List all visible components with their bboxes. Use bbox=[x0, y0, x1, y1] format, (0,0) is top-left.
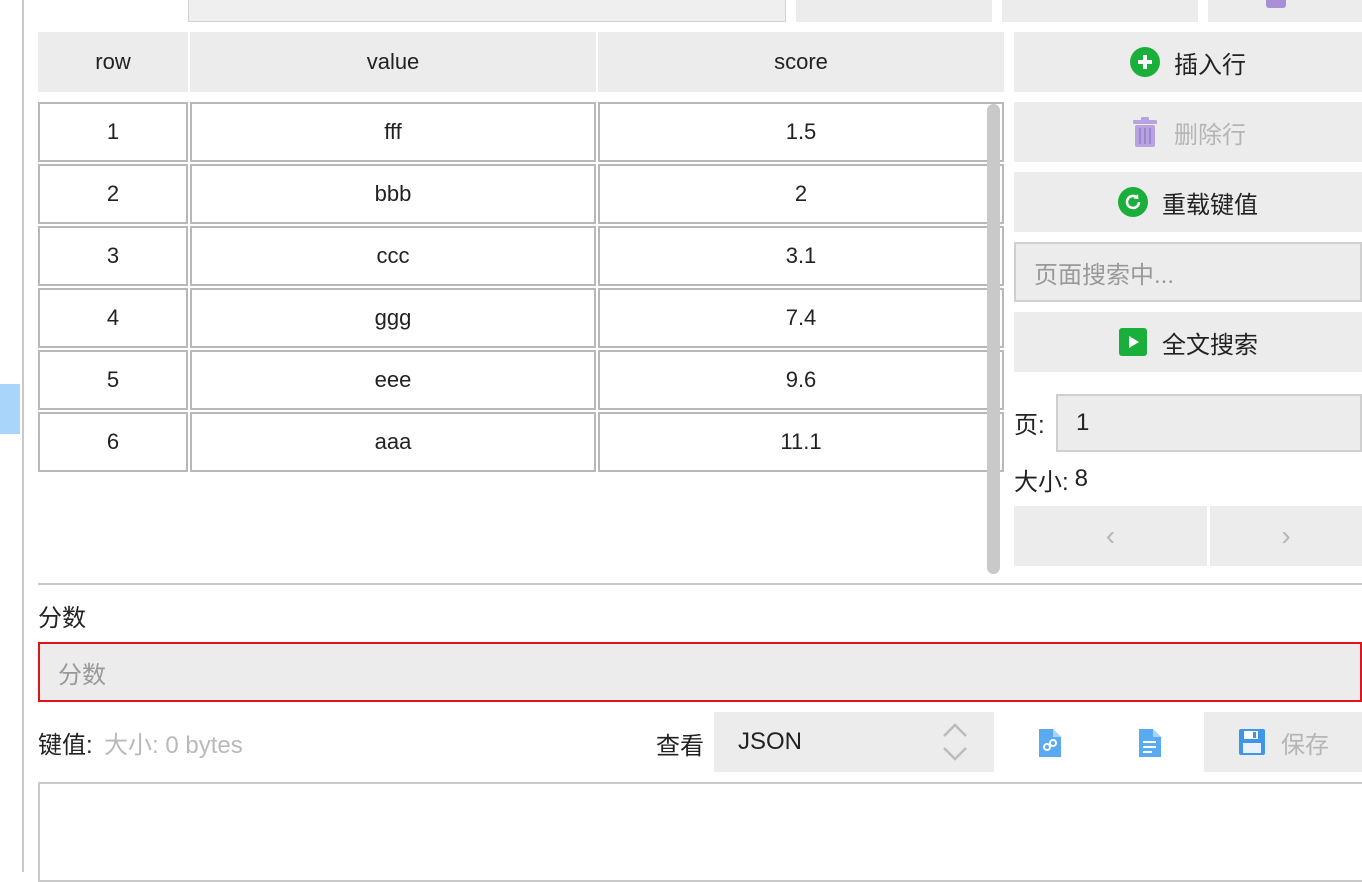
plus-circle-icon bbox=[1130, 47, 1160, 77]
trash-icon bbox=[1130, 117, 1160, 147]
left-pane-selected-marker bbox=[0, 384, 20, 434]
delete-key-button[interactable] bbox=[1208, 0, 1362, 22]
delete-row-label: 删除行 bbox=[1174, 121, 1246, 149]
table-cell-value[interactable]: eee bbox=[190, 350, 596, 410]
table-cell-row[interactable]: 5 bbox=[38, 350, 188, 410]
size-label: 大小: bbox=[1014, 468, 1069, 496]
full-text-search-label: 全文搜索 bbox=[1162, 331, 1258, 359]
refresh-icon bbox=[1118, 187, 1148, 217]
toolbar-button-1[interactable] bbox=[796, 0, 992, 22]
table-cell-row[interactable]: 6 bbox=[38, 412, 188, 472]
save-button[interactable]: 保存 bbox=[1204, 712, 1362, 772]
table-cell-value[interactable]: aaa bbox=[190, 412, 596, 472]
page-number-input[interactable]: 1 bbox=[1056, 394, 1362, 452]
value-size-info: 大小: 0 bytes bbox=[104, 731, 243, 759]
table-bottom-divider bbox=[38, 583, 1362, 585]
insert-row-label: 插入行 bbox=[1174, 51, 1246, 79]
view-format-select[interactable]: JSON bbox=[714, 712, 994, 772]
table-cell-score[interactable]: 1.5 bbox=[598, 102, 1004, 162]
delete-row-button[interactable]: 删除行 bbox=[1014, 102, 1362, 162]
reload-value-button[interactable]: 重载键值 bbox=[1014, 172, 1362, 232]
copy-link-icon[interactable] bbox=[1036, 727, 1064, 759]
table-cell-score[interactable]: 7.4 bbox=[598, 288, 1004, 348]
insert-row-button[interactable]: 插入行 bbox=[1014, 32, 1362, 92]
table-cell-value[interactable]: ccc bbox=[190, 226, 596, 286]
size-info: 大小: 8 bbox=[1014, 462, 1088, 496]
table-cell-score[interactable]: 11.1 bbox=[598, 412, 1004, 472]
save-label: 保存 bbox=[1281, 731, 1329, 759]
prev-page-button[interactable]: ‹ bbox=[1014, 506, 1207, 566]
table-scrollbar[interactable] bbox=[987, 104, 1000, 574]
score-input[interactable]: 分数 bbox=[38, 642, 1362, 702]
page-search-input[interactable]: 页面搜索中... bbox=[1014, 242, 1362, 302]
table-cell-value[interactable]: ggg bbox=[190, 288, 596, 348]
table-cell-row[interactable]: 4 bbox=[38, 288, 188, 348]
page-search-placeholder: 页面搜索中... bbox=[1034, 261, 1175, 289]
column-header-row[interactable]: row bbox=[38, 32, 188, 92]
full-text-search-button[interactable]: 全文搜索 bbox=[1014, 312, 1362, 372]
table-cell-value[interactable]: bbb bbox=[190, 164, 596, 224]
column-header-value[interactable]: value bbox=[190, 32, 596, 92]
table-cell-score[interactable]: 2 bbox=[598, 164, 1004, 224]
table-cell-row[interactable]: 3 bbox=[38, 226, 188, 286]
select-arrows-icon bbox=[940, 722, 970, 762]
floppy-disk-icon bbox=[1237, 727, 1267, 757]
page-number-value: 1 bbox=[1076, 409, 1090, 436]
play-icon bbox=[1118, 327, 1148, 357]
document-icon[interactable] bbox=[1136, 727, 1164, 759]
score-placeholder: 分数 bbox=[58, 661, 106, 689]
table-cell-value[interactable]: fff bbox=[190, 102, 596, 162]
table-cell-row[interactable]: 2 bbox=[38, 164, 188, 224]
key-name-input[interactable] bbox=[188, 0, 786, 22]
value-editor[interactable] bbox=[38, 782, 1362, 882]
score-field-label: 分数 bbox=[38, 604, 86, 632]
size-value: 8 bbox=[1074, 465, 1089, 492]
reload-value-label: 重载键值 bbox=[1162, 191, 1258, 219]
toolbar-button-2[interactable] bbox=[1002, 0, 1198, 22]
view-label: 查看 bbox=[656, 732, 704, 760]
view-format-value: JSON bbox=[738, 728, 803, 755]
trash-icon bbox=[1266, 0, 1286, 8]
table-cell-row[interactable]: 1 bbox=[38, 102, 188, 162]
table-cell-score[interactable]: 9.6 bbox=[598, 350, 1004, 410]
table-cell-score[interactable]: 3.1 bbox=[598, 226, 1004, 286]
left-pane-divider bbox=[22, 0, 24, 872]
column-header-score[interactable]: score bbox=[598, 32, 1004, 92]
value-label: 键值: bbox=[38, 731, 93, 759]
next-page-button[interactable]: › bbox=[1210, 506, 1362, 566]
page-label: 页: bbox=[1014, 411, 1045, 439]
